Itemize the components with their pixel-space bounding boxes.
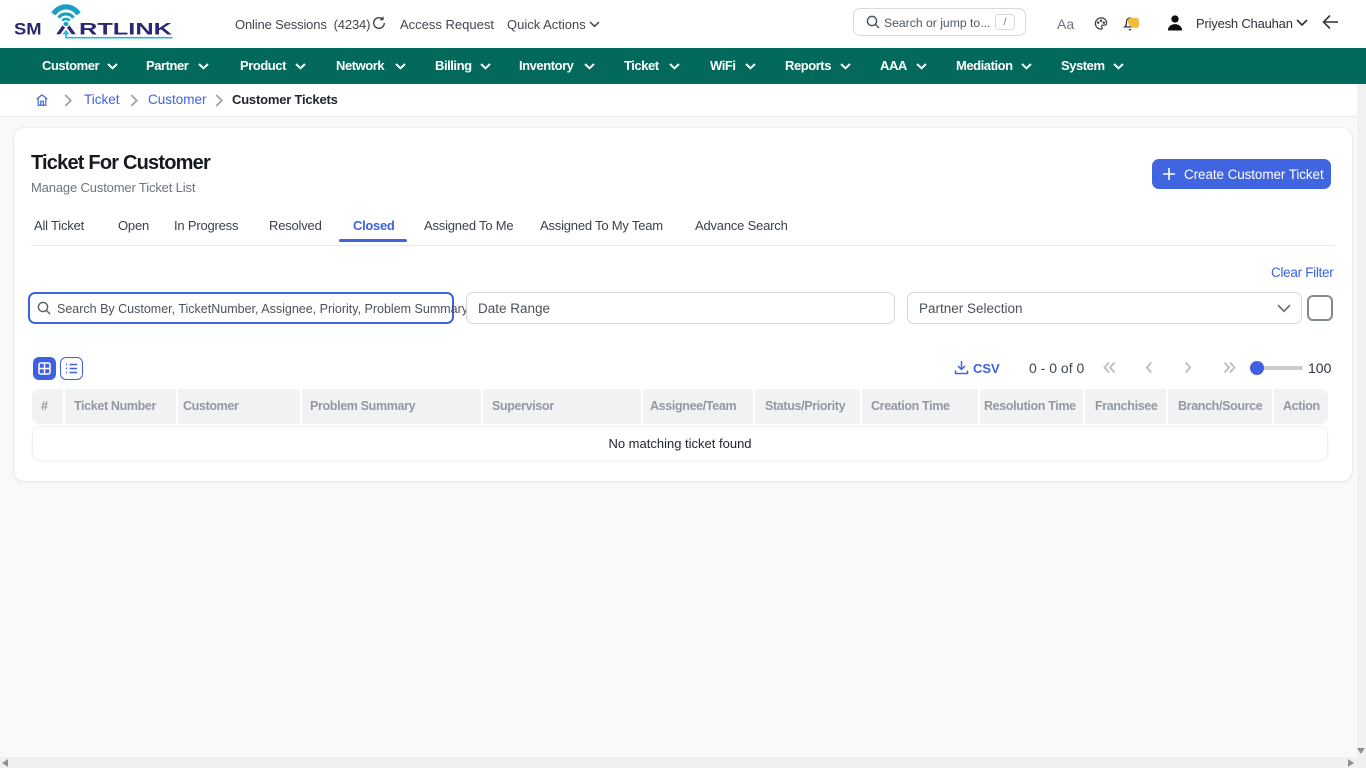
svg-text:RTLINK: RTLINK	[79, 19, 172, 38]
svg-text:SM: SM	[14, 19, 42, 38]
